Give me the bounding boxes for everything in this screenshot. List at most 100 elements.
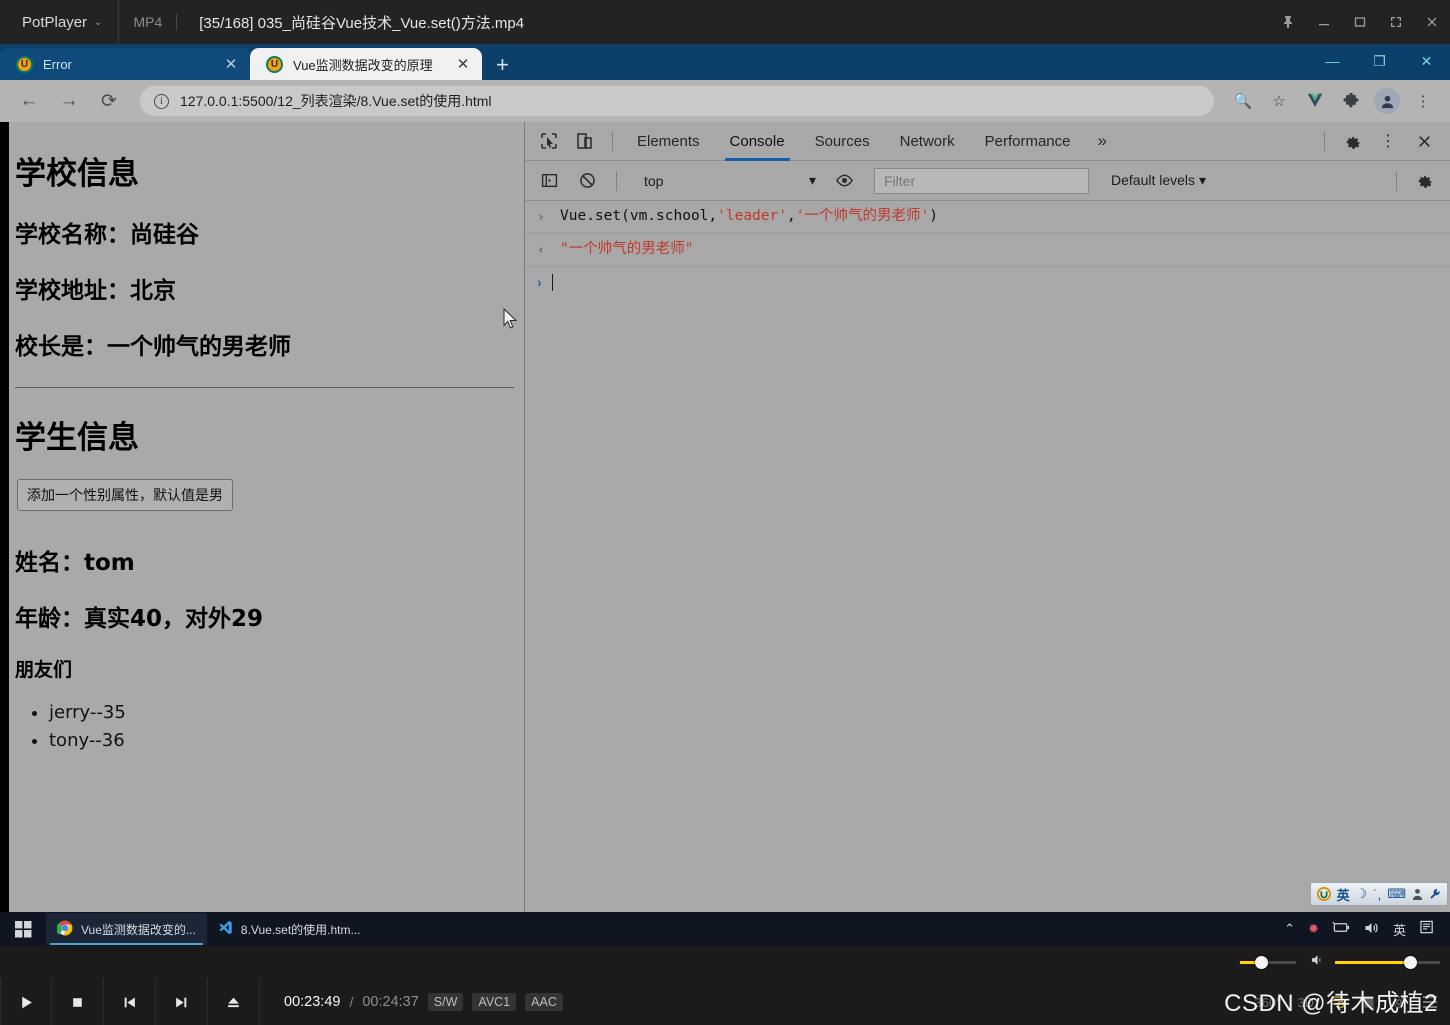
- maximize-icon[interactable]: [1342, 0, 1378, 44]
- sogou-logo-icon[interactable]: [1316, 887, 1331, 901]
- log-levels-dropdown[interactable]: Default levels ▾: [1101, 172, 1216, 189]
- taskbar-item-vscode[interactable]: 8.Vue.set的使用.htm...: [207, 913, 372, 945]
- minimize-icon[interactable]: —: [1309, 44, 1356, 78]
- text-caret: [551, 273, 553, 291]
- stop-button[interactable]: [52, 979, 104, 1025]
- seek-slider[interactable]: [1240, 946, 1296, 980]
- live-expression-eye-icon[interactable]: [826, 161, 862, 200]
- close-icon[interactable]: ✕: [454, 55, 472, 73]
- fullscreen-icon[interactable]: [1378, 0, 1414, 44]
- console-prompt[interactable]: ›: [525, 267, 1450, 296]
- tray-ime-label[interactable]: 英: [1393, 920, 1406, 939]
- console-sidebar-icon[interactable]: [531, 161, 567, 200]
- more-tabs-icon[interactable]: »: [1086, 131, 1119, 151]
- volume-icon[interactable]: [1364, 921, 1380, 938]
- taskbar-label: Vue监测数据改变的...: [81, 922, 196, 937]
- mouse-cursor-icon: [503, 307, 519, 335]
- tab-performance[interactable]: Performance: [970, 122, 1086, 161]
- address-bar[interactable]: i 127.0.0.1:5500/12_列表渲染/8.Vue.set的使用.ht…: [140, 86, 1214, 116]
- playlist-icon[interactable]: [1330, 995, 1346, 1009]
- wrench-icon[interactable]: [1429, 888, 1441, 900]
- reload-icon[interactable]: ⟳: [92, 84, 126, 118]
- forward-arrow-icon[interactable]: →: [52, 84, 86, 118]
- close-icon[interactable]: ✕: [222, 55, 240, 73]
- browser-viewport: 学校信息 学校名称：尚硅谷 学校地址：北京 校长是：一个帅气的男老师 学生信息 …: [0, 122, 1450, 912]
- eject-button[interactable]: [208, 979, 260, 1025]
- zoom-icon[interactable]: 🔍: [1228, 86, 1258, 116]
- taskbar-item-chrome[interactable]: Vue监测数据改变的...: [46, 913, 207, 945]
- tab-elements[interactable]: Elements: [622, 122, 715, 161]
- gear-icon[interactable]: [1334, 122, 1370, 161]
- notification-icon[interactable]: [1419, 920, 1436, 938]
- 360-icon[interactable]: 360°: [1254, 995, 1281, 1010]
- inspect-element-icon[interactable]: [531, 122, 567, 161]
- volume-slider[interactable]: [1335, 956, 1440, 970]
- potplayer-app-name: PotPlayer: [22, 13, 88, 31]
- punctuation-icon[interactable]: ˙,: [1373, 887, 1381, 902]
- close-icon[interactable]: ✕: [1403, 44, 1450, 78]
- settings-icon[interactable]: [1392, 995, 1406, 1009]
- context-selector[interactable]: top ▾: [634, 169, 824, 193]
- chrome-menu-icon[interactable]: ⋮: [1408, 86, 1438, 116]
- new-tab-button[interactable]: +: [482, 54, 523, 80]
- next-button[interactable]: [156, 979, 208, 1025]
- bookmark-icon[interactable]: [1362, 995, 1376, 1009]
- flower-icon[interactable]: ✹: [1308, 921, 1319, 937]
- console-output-row: ‹ "一个帅气的男老师": [525, 234, 1450, 267]
- tab-console[interactable]: Console: [715, 122, 800, 161]
- info-circle-icon[interactable]: i: [154, 93, 169, 109]
- minimize-icon[interactable]: [1306, 0, 1342, 44]
- console-toolbar: top ▾ Default levels ▾: [525, 161, 1450, 201]
- volume-icon[interactable]: [1310, 953, 1327, 972]
- console-settings-gear-icon[interactable]: [1406, 161, 1442, 200]
- vscode-icon: [218, 920, 233, 938]
- volume-control[interactable]: [1310, 953, 1440, 972]
- device-toolbar-icon[interactable]: [567, 122, 603, 161]
- vue-icon: U: [266, 55, 283, 73]
- close-icon[interactable]: [1406, 122, 1442, 161]
- 3D-icon[interactable]: 3D: [1297, 995, 1314, 1010]
- browser-tab-error[interactable]: U Error ✕: [0, 48, 250, 80]
- extensions-puzzle-icon[interactable]: [1336, 86, 1366, 116]
- chrome-window-controls: — ❐ ✕: [1309, 44, 1450, 80]
- system-tray: ⌃ ✹ 英: [1284, 920, 1450, 939]
- potplayer-app-menu[interactable]: PotPlayer ⌄: [0, 0, 118, 44]
- ime-floating-toolbar[interactable]: 英 ☽ ˙, ⌨: [1309, 882, 1448, 906]
- divider: [1396, 170, 1397, 191]
- console-output[interactable]: › Vue.set(vm.school,'leader','一个帅气的男老师')…: [525, 201, 1450, 912]
- tab-sources[interactable]: Sources: [800, 122, 885, 161]
- restore-icon[interactable]: ❐: [1356, 44, 1403, 78]
- badge-video-codec: AVC1: [472, 993, 517, 1011]
- browser-tab-vue[interactable]: U Vue监测数据改变的原理 ✕: [250, 48, 482, 80]
- badge-audio-codec: AAC: [525, 993, 563, 1011]
- tab-network[interactable]: Network: [885, 122, 970, 161]
- battery-icon[interactable]: [1332, 921, 1351, 937]
- student-age-text: 年龄：真实40，对外29: [15, 606, 264, 632]
- console-filter-input[interactable]: [874, 167, 1089, 194]
- play-button[interactable]: [0, 979, 52, 1025]
- add-sex-attribute-button[interactable]: 添加一个性别属性，默认值是男: [17, 479, 233, 511]
- vue-icon: U: [16, 55, 33, 73]
- chevron-up-icon[interactable]: ⌃: [1284, 921, 1295, 937]
- menu-icon[interactable]: [1422, 995, 1438, 1009]
- close-icon[interactable]: [1414, 0, 1450, 44]
- clear-console-icon[interactable]: [569, 161, 605, 200]
- divider: [612, 131, 613, 151]
- seek-handle[interactable]: [1255, 956, 1269, 969]
- user-icon[interactable]: [1412, 888, 1423, 900]
- ime-language-label[interactable]: 英: [1337, 885, 1350, 904]
- previous-button[interactable]: [104, 979, 156, 1025]
- profile-avatar-icon[interactable]: [1372, 86, 1402, 116]
- keyboard-icon[interactable]: ⌨: [1387, 886, 1406, 902]
- context-value: top: [644, 172, 664, 189]
- volume-handle[interactable]: [1404, 956, 1418, 969]
- chevron-down-icon: ▾: [1198, 172, 1206, 188]
- moon-icon[interactable]: ☽: [1356, 886, 1368, 902]
- back-arrow-icon[interactable]: ←: [12, 84, 46, 118]
- more-vertical-icon[interactable]: ⋮: [1370, 122, 1406, 161]
- windows-start-icon[interactable]: [0, 912, 46, 946]
- bookmark-star-icon[interactable]: ☆: [1264, 86, 1294, 116]
- console-result: "一个帅气的男老师": [560, 240, 694, 257]
- pin-icon[interactable]: [1270, 0, 1306, 44]
- vue-devtools-icon[interactable]: [1300, 86, 1330, 116]
